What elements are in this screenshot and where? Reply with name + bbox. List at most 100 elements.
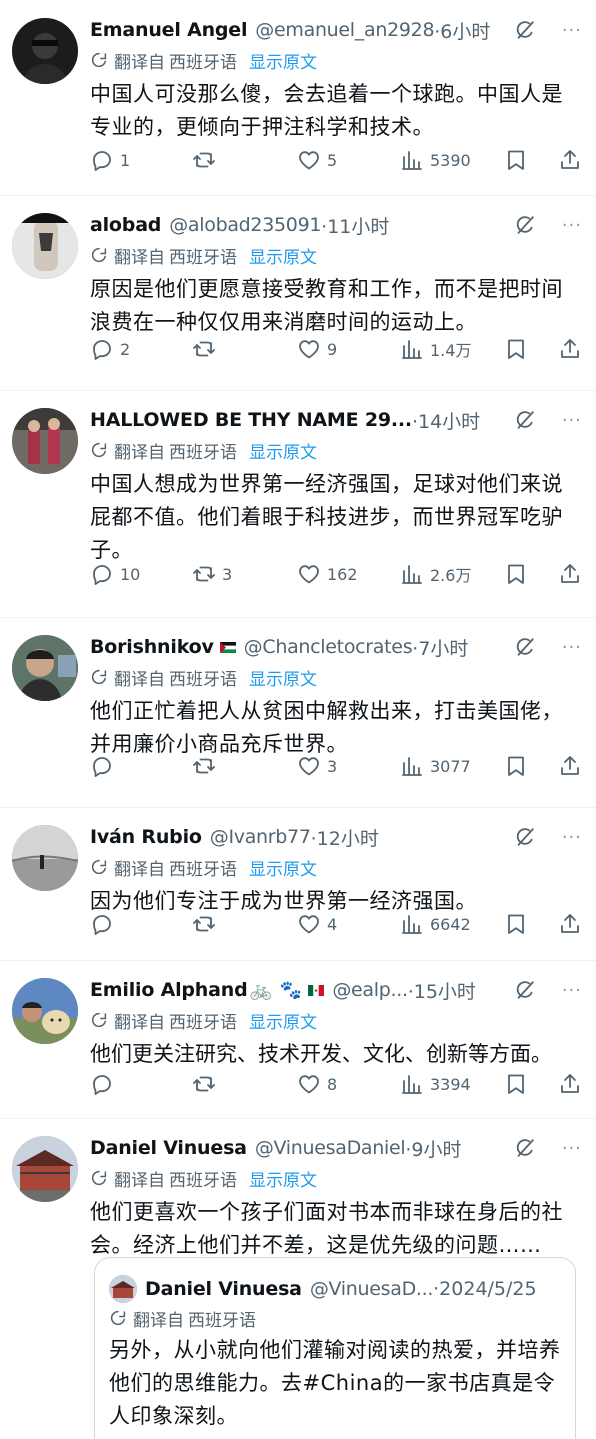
- display-name[interactable]: Daniel Vinuesa: [90, 1137, 247, 1159]
- repost-button[interactable]: [192, 329, 222, 369]
- tweet-alobad[interactable]: alobad @alobad235091 ·11小时 ··· 翻译自 西班牙语 …: [0, 195, 596, 391]
- reply-button[interactable]: 10: [90, 554, 140, 594]
- tweet-ivan-rubio[interactable]: Iván Rubio @Ivanrb77 ·12小时 ··· 翻译自 西班牙语 …: [0, 807, 596, 961]
- repost-button[interactable]: [192, 140, 222, 180]
- like-button[interactable]: 162: [297, 554, 358, 594]
- tweet-emanuel-angel[interactable]: Emanuel Angel @emanuel_an2928 ·6小时 ··· 翻…: [0, 0, 596, 196]
- grok-icon[interactable]: [514, 826, 536, 848]
- user-handle[interactable]: @VinuesaDaniel: [255, 1137, 406, 1159]
- display-name[interactable]: Iván Rubio: [90, 826, 202, 848]
- tweet-header: Daniel Vinuesa @VinuesaDaniel ·9小时 ···: [90, 1132, 582, 1164]
- like-button[interactable]: 5: [297, 140, 337, 180]
- grok-icon[interactable]: [514, 636, 536, 658]
- more-options-icon[interactable]: ···: [556, 637, 582, 658]
- views-button[interactable]: 2.6万: [400, 554, 471, 594]
- timestamp[interactable]: ·6小时: [434, 17, 490, 44]
- user-handle[interactable]: @emanuel_an2928: [255, 19, 434, 41]
- more-options-icon[interactable]: ···: [556, 827, 582, 848]
- repost-button[interactable]: [192, 904, 222, 944]
- share-button[interactable]: [558, 746, 582, 786]
- grok-icon[interactable]: [514, 19, 536, 41]
- user-handle[interactable]: @Ivanrb77: [210, 826, 311, 848]
- avatar[interactable]: [12, 18, 78, 84]
- share-button[interactable]: [558, 904, 582, 944]
- avatar[interactable]: [12, 978, 78, 1044]
- bookmark-button[interactable]: [504, 140, 528, 180]
- avatar[interactable]: [12, 1136, 78, 1202]
- more-options-icon[interactable]: ···: [556, 1138, 582, 1159]
- tweet-hallowed[interactable]: HALLOWED BE THY NAME 29... ·14小时 ··· 翻译自…: [0, 390, 596, 618]
- user-handle[interactable]: @alobad235091: [169, 214, 321, 236]
- repost-button[interactable]: [192, 746, 222, 786]
- timestamp[interactable]: ·7小时: [412, 634, 468, 661]
- quoted-display-name[interactable]: Daniel Vinuesa: [145, 1278, 302, 1300]
- show-original-link[interactable]: 显示原文: [249, 1166, 317, 1191]
- avatar[interactable]: [12, 635, 78, 701]
- bookmark-button[interactable]: [504, 1064, 528, 1104]
- show-original-link[interactable]: 显示原文: [249, 438, 317, 463]
- reply-button[interactable]: [90, 904, 120, 944]
- grok-icon[interactable]: [514, 214, 536, 236]
- show-original-link[interactable]: 显示原文: [249, 243, 317, 268]
- views-button[interactable]: 3394: [400, 1064, 471, 1104]
- reply-button[interactable]: [90, 746, 120, 786]
- quoted-date[interactable]: ·2024/5/25: [433, 1278, 536, 1300]
- more-options-icon[interactable]: ···: [556, 215, 582, 236]
- display-name[interactable]: Emilio Alphand: [90, 979, 248, 1001]
- share-button[interactable]: [558, 554, 582, 594]
- grok-icon[interactable]: [514, 979, 536, 1001]
- timestamp[interactable]: ·9小时: [405, 1135, 461, 1162]
- views-button[interactable]: 3077: [400, 746, 471, 786]
- display-name[interactable]: alobad: [90, 214, 161, 236]
- reply-button[interactable]: 1: [90, 140, 130, 180]
- like-button[interactable]: 9: [297, 329, 337, 369]
- avatar[interactable]: [12, 213, 78, 279]
- repost-icon: [192, 912, 216, 936]
- timestamp[interactable]: ·15小时: [408, 977, 476, 1004]
- user-handle[interactable]: @ealp...: [332, 979, 408, 1001]
- like-icon: [297, 562, 321, 586]
- like-button[interactable]: 3: [297, 746, 337, 786]
- views-button[interactable]: 6642: [400, 904, 471, 944]
- more-options-icon[interactable]: ···: [556, 20, 582, 41]
- display-name[interactable]: Emanuel Angel: [90, 19, 247, 41]
- reply-button[interactable]: [90, 1064, 120, 1104]
- timestamp[interactable]: ·12小时: [311, 824, 379, 851]
- timestamp[interactable]: ·11小时: [321, 212, 389, 239]
- share-button[interactable]: [558, 329, 582, 369]
- share-button[interactable]: [558, 1064, 582, 1104]
- tweet-emilio-alphand[interactable]: Emilio Alphand 🚲 🐾 @ealp... ·15小时 ··· 翻译…: [0, 960, 596, 1119]
- avatar[interactable]: [12, 825, 78, 891]
- grok-icon[interactable]: [514, 409, 536, 431]
- quoted-avatar[interactable]: [109, 1275, 137, 1303]
- translated-from-label: 翻译自: [114, 247, 165, 268]
- like-button[interactable]: 8: [297, 1064, 337, 1104]
- user-handle[interactable]: @Chancletocrates: [244, 636, 413, 658]
- quoted-tweet[interactable]: Daniel Vinuesa @VinuesaD... ·2024/5/25 翻…: [94, 1257, 576, 1439]
- views-button[interactable]: 5390: [400, 140, 471, 180]
- display-name[interactable]: HALLOWED BE THY NAME 29...: [90, 409, 412, 431]
- quoted-user-handle[interactable]: @VinuesaD...: [310, 1278, 434, 1300]
- show-original-link[interactable]: 显示原文: [249, 48, 317, 73]
- views-button[interactable]: 1.4万: [400, 329, 471, 369]
- display-name[interactable]: Borishnikov: [90, 636, 214, 658]
- like-button[interactable]: 4: [297, 904, 337, 944]
- bookmark-button[interactable]: [504, 904, 528, 944]
- repost-button[interactable]: [192, 1064, 222, 1104]
- repost-button[interactable]: 3: [192, 554, 232, 594]
- more-options-icon[interactable]: ···: [556, 410, 582, 431]
- bookmark-icon: [504, 148, 528, 172]
- bookmark-button[interactable]: [504, 554, 528, 594]
- bookmark-button[interactable]: [504, 329, 528, 369]
- timestamp[interactable]: ·14小时: [412, 407, 480, 434]
- tweet-borishnikov[interactable]: Borishnikov @Chancletocrates ·7小时 ··· 翻译…: [0, 617, 596, 808]
- show-original-link[interactable]: 显示原文: [249, 855, 317, 880]
- reply-button[interactable]: 2: [90, 329, 130, 369]
- avatar[interactable]: [12, 408, 78, 474]
- grok-icon[interactable]: [514, 1137, 536, 1159]
- show-original-link[interactable]: 显示原文: [249, 665, 317, 690]
- bookmark-button[interactable]: [504, 746, 528, 786]
- share-button[interactable]: [558, 140, 582, 180]
- show-original-link[interactable]: 显示原文: [249, 1008, 317, 1033]
- more-options-icon[interactable]: ···: [556, 980, 582, 1001]
